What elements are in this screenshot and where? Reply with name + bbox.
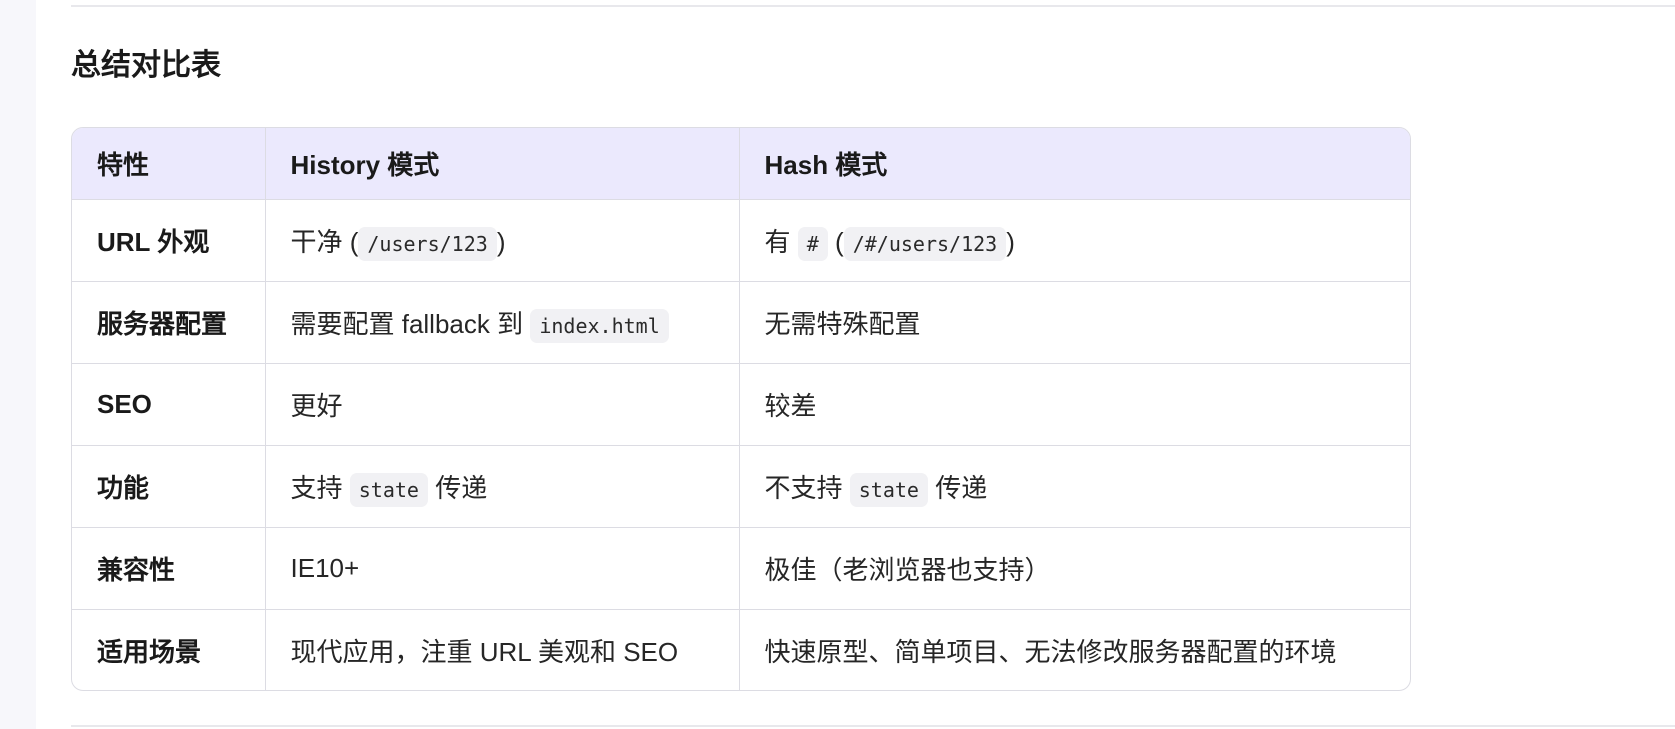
table-row: 服务器配置 需要配置 fallback 到 index.html 无需特殊配置 bbox=[72, 281, 1410, 364]
history-cell: 支持 state 传递 bbox=[265, 445, 740, 528]
comparison-table: 特性 History 模式 Hash 模式 URL 外观 干净 (/users/… bbox=[71, 127, 1411, 691]
inline-code: index.html bbox=[530, 309, 669, 343]
history-cell: 需要配置 fallback 到 index.html bbox=[265, 281, 740, 364]
left-gutter bbox=[0, 0, 36, 729]
cell-text: ) bbox=[496, 227, 506, 257]
document-content: 总结对比表 特性 History 模式 Hash 模式 URL 外观 干净 (/… bbox=[71, 0, 1675, 729]
inline-code: # bbox=[797, 227, 828, 261]
feature-cell: 适用场景 bbox=[72, 609, 266, 690]
history-cell: 更好 bbox=[265, 363, 740, 446]
history-cell: IE10+ bbox=[265, 527, 740, 610]
hash-cell: 快速原型、简单项目、无法修改服务器配置的环境 bbox=[764, 636, 1337, 667]
table-row: URL 外观 干净 (/users/123) 有 # (/#/users/123… bbox=[72, 199, 1410, 282]
feature-cell: 功能 bbox=[72, 445, 266, 528]
feature-cell: 服务器配置 bbox=[72, 281, 266, 364]
cell-text: 有 bbox=[764, 227, 791, 257]
feature-cell: SEO bbox=[72, 363, 266, 446]
header-hash-mode: Hash 模式 bbox=[739, 128, 1410, 200]
table-row: 功能 支持 state 传递 不支持 state 传递 bbox=[72, 445, 1410, 528]
table-row: 兼容性 IE10+ 极佳（老浏览器也支持） bbox=[72, 527, 1410, 610]
hash-cell: 较差 bbox=[739, 363, 1410, 446]
section-title: 总结对比表 bbox=[71, 49, 221, 82]
table-header-row: 特性 History 模式 Hash 模式 bbox=[72, 128, 1410, 200]
header-feature: 特性 bbox=[72, 128, 266, 200]
section-divider-bottom bbox=[71, 725, 1675, 727]
inline-code: state bbox=[849, 473, 928, 507]
inline-code: /users/123 bbox=[358, 227, 497, 261]
inline-code: /#/users/123 bbox=[843, 227, 1007, 261]
hash-cell: 不支持 state 传递 bbox=[739, 445, 1410, 528]
cell-text: ( bbox=[835, 227, 844, 257]
section-divider-top bbox=[71, 5, 1675, 7]
feature-cell: URL 外观 bbox=[72, 199, 266, 282]
hash-cell: 极佳（老浏览器也支持） bbox=[739, 527, 1410, 610]
cell-text: 传递 bbox=[435, 473, 488, 503]
inline-code: state bbox=[349, 473, 428, 507]
history-cell: 干净 (/users/123) bbox=[265, 199, 740, 282]
cell-text: 需要配置 fallback 到 bbox=[290, 309, 524, 339]
cell-text: 支持 bbox=[290, 473, 343, 503]
table-row: SEO 更好 较差 bbox=[72, 363, 1410, 446]
hash-cell: 有 # (/#/users/123) bbox=[739, 199, 1410, 282]
hash-cell: 无需特殊配置 bbox=[739, 281, 1410, 364]
table-row: 适用场景 现代应用，注重 URL 美观和 SEO 快速原型、简单项目、无法修改服… bbox=[72, 609, 1410, 690]
cell-text: 干净 ( bbox=[290, 227, 359, 257]
header-history-mode: History 模式 bbox=[265, 128, 740, 200]
cell-text: 传递 bbox=[935, 473, 988, 503]
cell-text: 不支持 bbox=[764, 473, 843, 503]
history-cell: 现代应用，注重 URL 美观和 SEO bbox=[265, 609, 740, 690]
feature-cell: 兼容性 bbox=[72, 527, 266, 610]
cell-text: ) bbox=[1006, 227, 1015, 257]
